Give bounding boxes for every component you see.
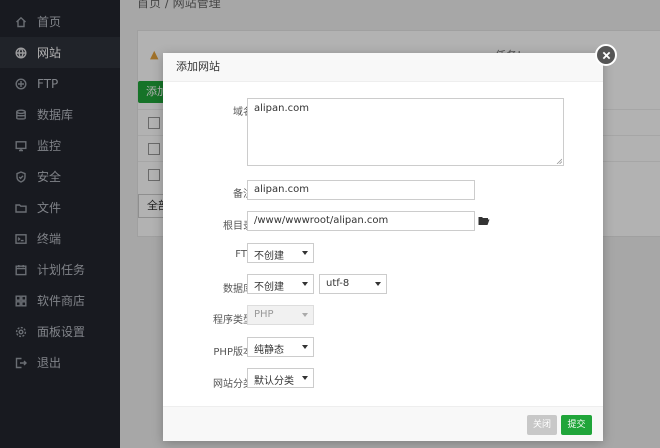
category-value: 默认分类 — [254, 376, 294, 387]
chevron-down-icon — [375, 282, 381, 286]
submit-button[interactable]: 提交 — [561, 415, 592, 435]
dialog-footer: 关闭 提交 — [163, 406, 603, 441]
domain-value: alipan.com — [254, 103, 310, 114]
chevron-down-icon — [302, 282, 308, 286]
modal-close-button[interactable] — [595, 44, 617, 66]
charset-select[interactable]: utf-8 — [319, 274, 387, 294]
database-label: 数据库 — [223, 284, 253, 295]
program-type-select: PHP — [247, 305, 314, 325]
domain-label: 域名 — [233, 107, 253, 118]
chevron-down-icon — [302, 251, 308, 255]
database-select-value: 不创建 — [254, 282, 284, 293]
close-button[interactable]: 关闭 — [527, 415, 557, 435]
folder-open-icon[interactable] — [478, 216, 490, 226]
remark-label: 备注 — [233, 189, 253, 200]
program-type-label: 程序类型 — [213, 315, 253, 326]
php-version-value: 纯静态 — [254, 345, 284, 356]
database-select[interactable]: 不创建 — [247, 274, 314, 294]
chevron-down-icon — [302, 313, 308, 317]
php-version-select[interactable]: 纯静态 — [247, 337, 314, 357]
add-site-dialog: 添加网站 域名 alipan.com 备注 alipan.com 根目录 /ww… — [163, 53, 603, 441]
program-type-value: PHP — [254, 309, 274, 320]
dialog-title: 添加网站 — [163, 53, 603, 82]
remark-input[interactable]: alipan.com — [247, 180, 475, 200]
ftp-select-value: 不创建 — [254, 251, 284, 262]
charset-select-value: utf-8 — [326, 278, 350, 289]
category-select[interactable]: 默认分类 — [247, 368, 314, 388]
chevron-down-icon — [302, 376, 308, 380]
category-label: 网站分类 — [213, 379, 253, 390]
root-dir-label: 根目录 — [223, 221, 253, 232]
resize-handle-icon[interactable] — [556, 158, 562, 164]
domain-textarea[interactable]: alipan.com — [247, 98, 564, 166]
chevron-down-icon — [302, 345, 308, 349]
ftp-label: FTP — [235, 249, 253, 260]
php-version-label: PHP版本 — [213, 347, 253, 358]
close-icon — [602, 51, 610, 59]
ftp-select[interactable]: 不创建 — [247, 243, 314, 263]
root-dir-input[interactable]: /www/wwwroot/alipan.com — [247, 211, 475, 231]
